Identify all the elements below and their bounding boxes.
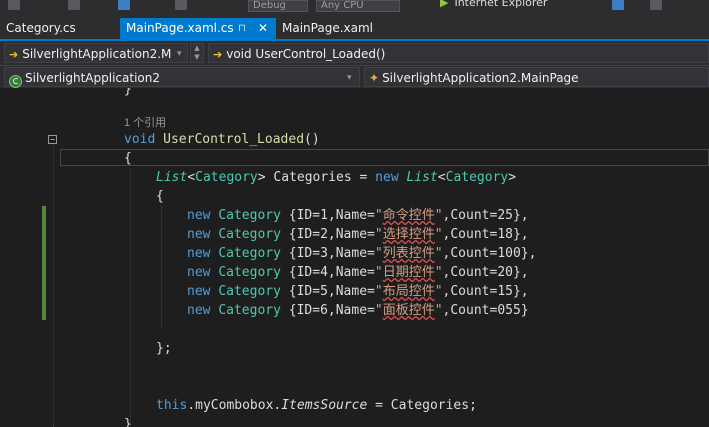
- code-line: void UserControl_Loaded(): [124, 132, 320, 147]
- code-line: new Category {ID=5,Name="布局控件",Count=15}…: [187, 284, 529, 299]
- tab-mainpage-xaml[interactable]: MainPage.xaml: [276, 18, 406, 39]
- code-line: new Category {ID=3,Name="列表控件",Count=100…: [187, 246, 537, 261]
- class-selector[interactable]: ✦ SilverlightApplication2.MainPage: [364, 67, 709, 87]
- code-line: new Category {ID=2,Name="选择控件",Count=18}…: [187, 227, 529, 242]
- project-bar: C SilverlightApplication2 ▾ ✦ SilverlightA…: [0, 66, 709, 89]
- arrow-right-icon: ➔: [9, 48, 19, 61]
- indent-guide: [53, 145, 54, 427]
- change-bar: [42, 206, 46, 320]
- code-editor[interactable]: − } 1 个引用 void UserControl_Loaded() { Li…: [0, 88, 709, 427]
- save-icon[interactable]: [68, 0, 80, 10]
- type-selector[interactable]: ➔ SilverlightApplication2.M ▾: [4, 43, 188, 63]
- code-line: {: [156, 189, 164, 204]
- tab-mainpage-xaml-cs[interactable]: MainPage.xaml.cs ⊓ ✕: [120, 18, 276, 39]
- arrow-right-icon: ➔: [213, 48, 223, 61]
- code-line: };: [156, 341, 172, 356]
- save-all-icon[interactable]: [118, 0, 130, 10]
- run-target[interactable]: ▶ Internet Explorer: [440, 0, 547, 9]
- code-line: {: [124, 151, 132, 166]
- undo-icon[interactable]: [8, 0, 20, 10]
- redo-icon[interactable]: [175, 0, 187, 10]
- member-selector[interactable]: ➔ void UserControl_Loaded(): [208, 43, 709, 63]
- code-line: new Category {ID=4,Name="日期控件",Count=20}…: [187, 265, 529, 280]
- code-line: this.myCombobox.ItemsSource = Categories…: [156, 398, 477, 413]
- navigation-bar: ➔ SilverlightApplication2.M ▾ ▲ ▼ ➔ void Us…: [0, 41, 709, 66]
- toolbar-icon[interactable]: [650, 0, 662, 10]
- tab-category-cs[interactable]: Category.cs: [0, 18, 118, 39]
- class-icon: ✦: [369, 71, 380, 85]
- main-toolbar: Debug Any CPU ▶ Internet Explorer: [0, 0, 709, 18]
- code-line: }: [124, 88, 132, 97]
- split-spinner[interactable]: ▲ ▼: [190, 43, 204, 63]
- indent-guide: [130, 168, 131, 427]
- indent-guide: [161, 206, 162, 330]
- platform-dropdown[interactable]: Any CPU: [316, 0, 400, 12]
- current-line-highlight: [60, 149, 709, 166]
- editor-margin: [0, 88, 28, 427]
- pin-icon[interactable]: ⊓: [238, 18, 246, 39]
- code-line: List<Category> Categories = new List<Cat…: [156, 170, 517, 185]
- code-line: new Category {ID=6,Name="面板控件",Count=055…: [187, 303, 529, 318]
- search-icon[interactable]: [612, 0, 624, 10]
- configuration-dropdown[interactable]: Debug: [248, 0, 308, 12]
- document-tabs: Category.cs MainPage.xaml.cs ⊓ ✕ MainPag…: [0, 18, 709, 41]
- chevron-down-icon: ▾: [177, 49, 182, 59]
- code-line: }: [124, 417, 132, 427]
- chevron-down-icon: ▾: [347, 73, 352, 83]
- collapse-icon[interactable]: −: [48, 135, 57, 144]
- csharp-project-icon: C: [9, 75, 22, 88]
- close-icon[interactable]: ✕: [258, 18, 268, 39]
- code-line: new Category {ID=1,Name="命令控件",Count=25}…: [187, 208, 529, 223]
- project-selector[interactable]: C SilverlightApplication2 ▾: [4, 67, 360, 88]
- reference-count[interactable]: 1 个引用: [124, 114, 166, 130]
